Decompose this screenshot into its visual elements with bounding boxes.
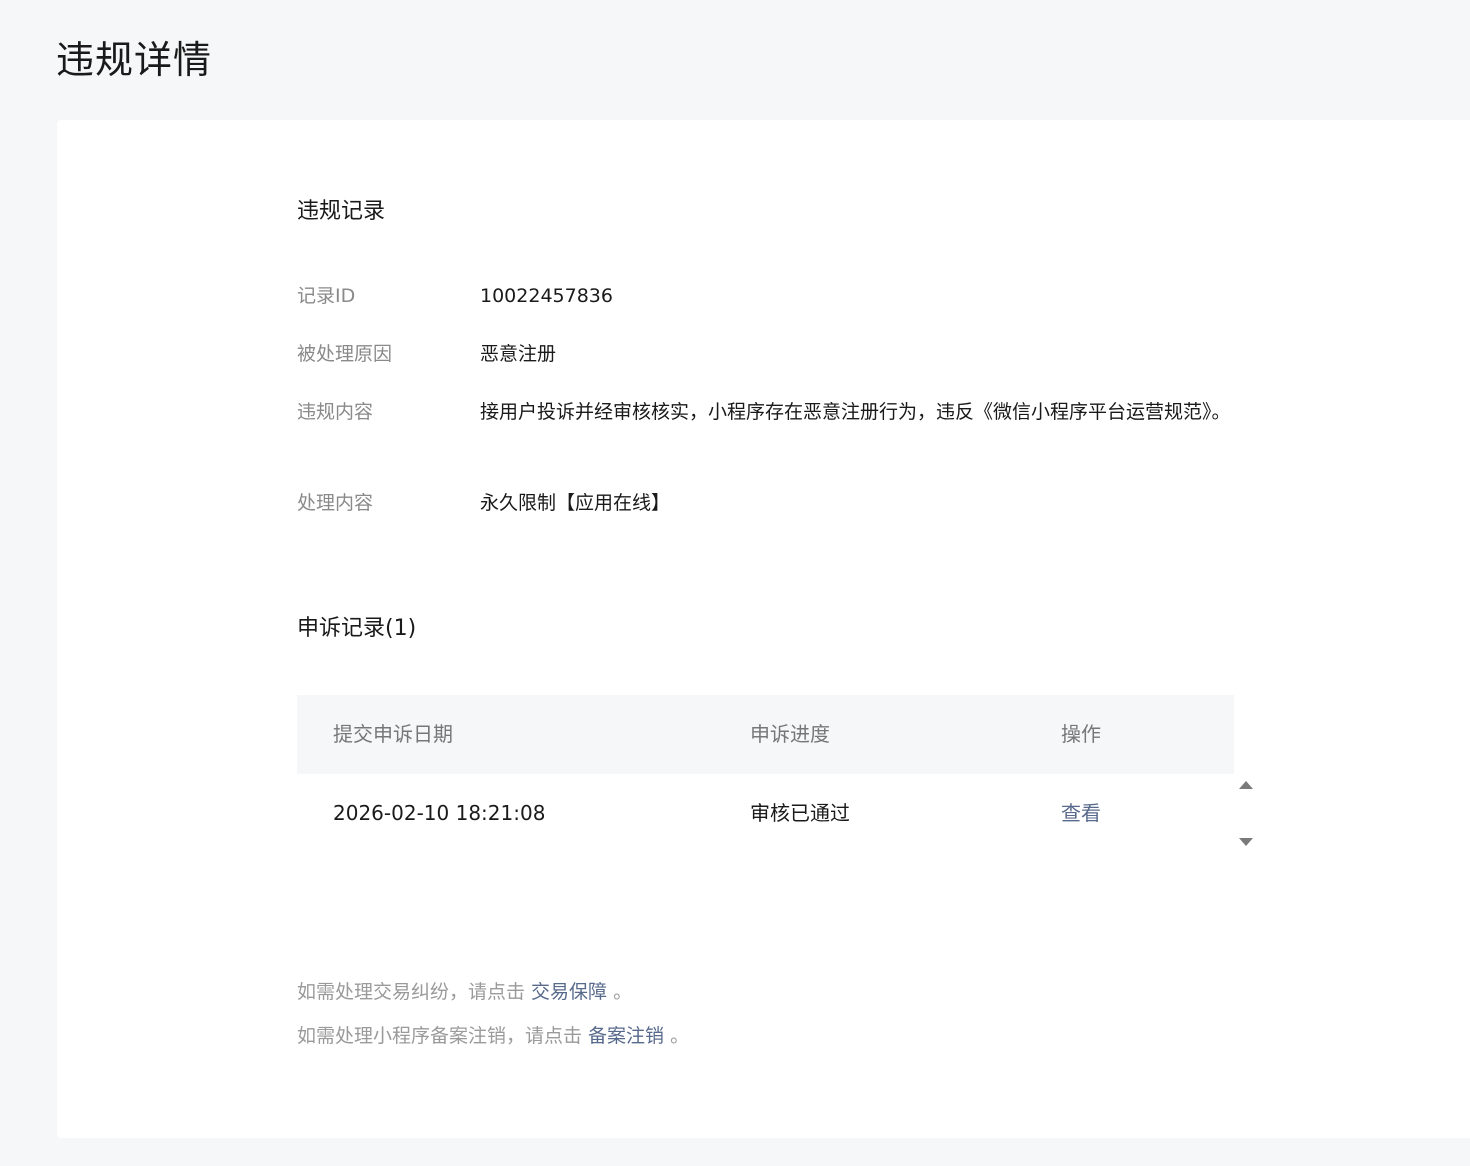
- reason-label: 被处理原因: [297, 343, 393, 365]
- trade-dispute-hint-text: 如需处理交易纠纷，请点击: [297, 981, 532, 1003]
- handling-content-value: 永久限制【应用在线】: [480, 492, 671, 514]
- handling-content-label: 处理内容: [297, 492, 374, 514]
- trade-dispute-hint-suffix: 。: [607, 981, 633, 1003]
- violation-content-label: 违规内容: [297, 401, 374, 423]
- filing-cancel-hint-text: 如需处理小程序备案注销，请点击: [297, 1025, 589, 1047]
- column-header-action: 操作: [1061, 722, 1101, 746]
- record-id-label: 记录ID: [297, 285, 356, 307]
- view-link[interactable]: 查看: [1061, 799, 1101, 827]
- scroll-down-arrow-icon[interactable]: [1239, 838, 1253, 846]
- appeal-status-cell: 审核已通过: [750, 801, 850, 825]
- appeal-date-cell: 2026-02-10 18:21:08: [333, 801, 546, 825]
- appeal-table: 提交申诉日期 申诉进度 操作 2026-02-10 18:21:08 审核已通过…: [297, 695, 1257, 855]
- trade-guarantee-link[interactable]: 交易保障: [531, 981, 607, 1003]
- scroll-up-arrow-icon[interactable]: [1239, 781, 1253, 789]
- column-header-date: 提交申诉日期: [333, 722, 453, 746]
- detail-card: 违规记录 记录ID 10022457836 被处理原因 恶意注册 违规内容 接用…: [57, 120, 1470, 1138]
- trade-dispute-hint: 如需处理交易纠纷，请点击 交易保障 。: [297, 977, 632, 1007]
- reason-value: 恶意注册: [480, 343, 557, 365]
- table-scrollbar[interactable]: [1234, 775, 1257, 853]
- record-id-value: 10022457836: [480, 285, 613, 307]
- filing-cancel-hint: 如需处理小程序备案注销，请点击 备案注销 。: [297, 1021, 689, 1051]
- filing-cancel-link[interactable]: 备案注销: [588, 1025, 664, 1047]
- table-header: 提交申诉日期 申诉进度 操作: [297, 695, 1234, 774]
- violation-content-value: 接用户投诉并经审核核实，小程序存在恶意注册行为，违反《微信小程序平台运营规范》。: [480, 401, 1231, 423]
- appeal-record-title: 申诉记录(1): [297, 616, 417, 641]
- column-header-progress: 申诉进度: [750, 722, 830, 746]
- violation-record-title: 违规记录: [297, 199, 386, 224]
- filing-cancel-hint-suffix: 。: [664, 1025, 690, 1047]
- page-title: 违规详情: [56, 38, 213, 82]
